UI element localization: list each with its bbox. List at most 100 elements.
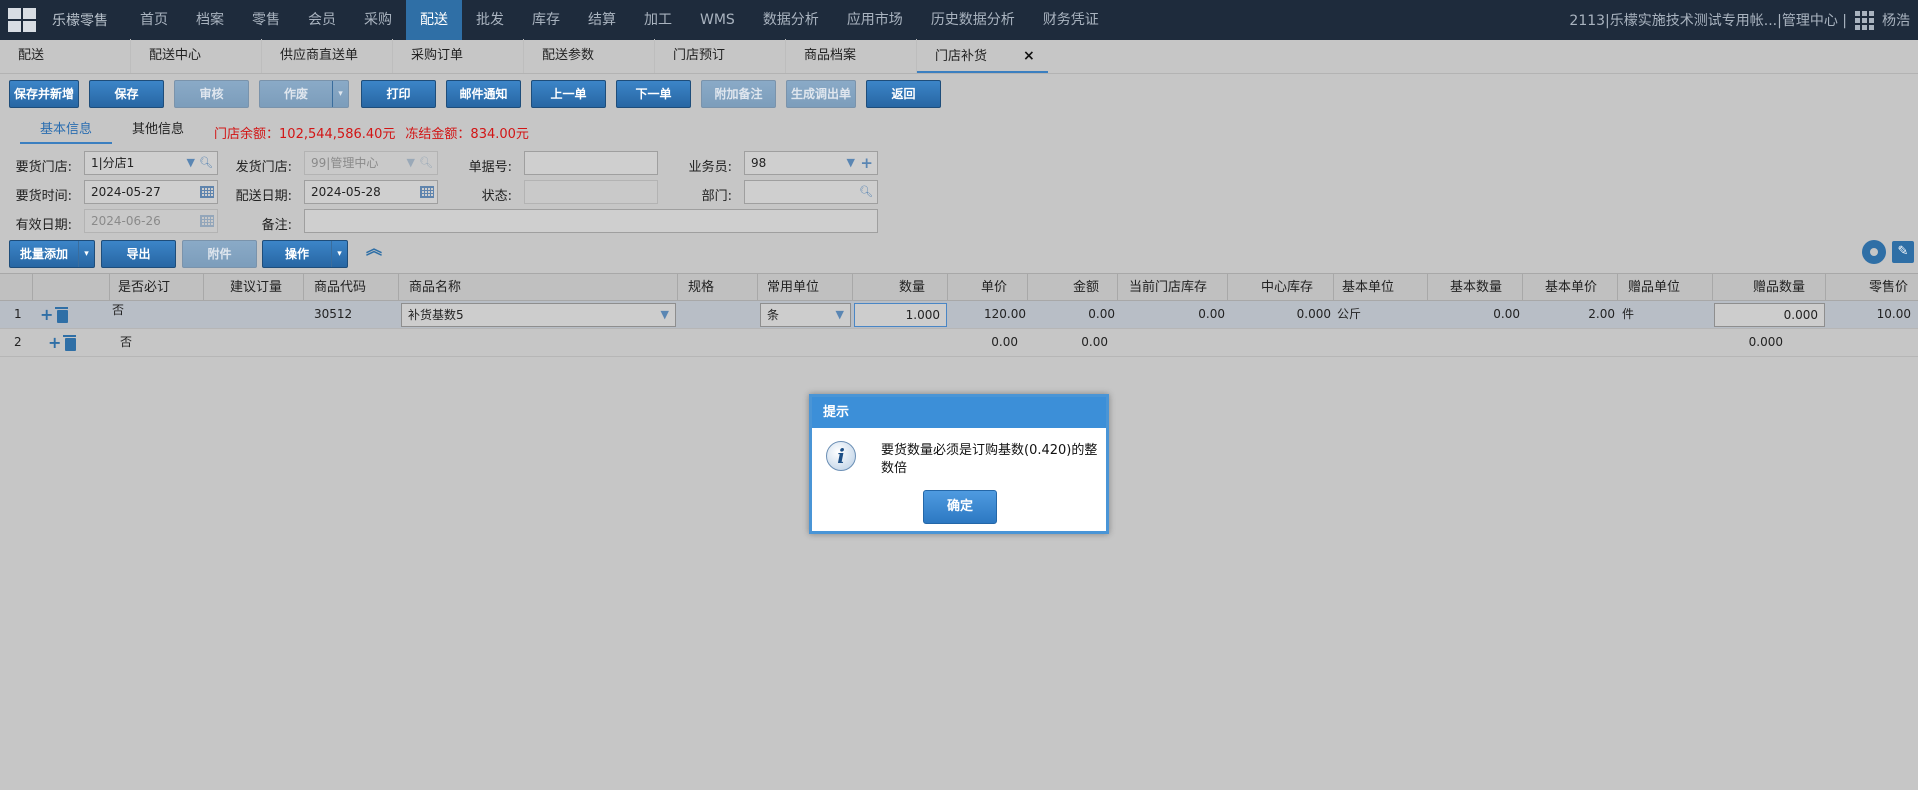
batch-add-button[interactable]: 批量添加 ▾ [9, 240, 95, 268]
col-base-qty[interactable]: 基本数量 [1428, 274, 1523, 301]
calendar-icon[interactable] [200, 186, 214, 198]
col-suggest-qty[interactable]: 建议订量 [204, 274, 304, 301]
col-unit-price[interactable]: 单价 [948, 274, 1028, 301]
close-icon[interactable]: × [1023, 48, 1035, 64]
add-row-icon[interactable]: + [40, 305, 53, 324]
status-label: 状态: [481, 189, 512, 204]
nav-item-archive[interactable]: 档案 [182, 0, 238, 40]
nav-item-wms[interactable]: WMS [686, 0, 749, 40]
print-button[interactable]: 打印 [361, 80, 436, 108]
gift-qty-input[interactable]: 0.000 [1714, 303, 1825, 327]
nav-item-data-analysis[interactable]: 数据分析 [749, 0, 833, 40]
nav-item-member[interactable]: 会员 [294, 0, 350, 40]
edit-icon[interactable]: ✎ [1892, 241, 1914, 263]
col-product-name[interactable]: 商品名称 [399, 274, 678, 301]
user-name[interactable]: 杨浩 [1882, 10, 1910, 30]
nav-item-app-market[interactable]: 应用市场 [833, 0, 917, 40]
apps-grid-icon[interactable] [1855, 10, 1874, 30]
gen-transfer-out-button[interactable]: 生成调出单 [786, 80, 856, 108]
caret-down-icon[interactable]: ▾ [332, 81, 348, 107]
brand-name[interactable]: 乐檬零售 [44, 10, 116, 30]
account-info[interactable]: 2113|乐檬实施技术测试专用帐...|管理中心 | [1569, 10, 1847, 30]
col-qty[interactable]: 数量 [853, 274, 948, 301]
void-button[interactable]: 作废 ▾ [259, 80, 349, 108]
nav-item-purchase[interactable]: 采购 [350, 0, 406, 40]
search-icon[interactable]: 🔍︎ [199, 152, 213, 174]
qty-input[interactable]: 1.000 [854, 303, 947, 327]
audit-button[interactable]: 审核 [174, 80, 249, 108]
col-store-stock[interactable]: 当前门店库存 [1118, 274, 1228, 301]
remark-field[interactable] [304, 209, 878, 233]
tab-purchase-order[interactable]: 采购订单 [393, 39, 524, 73]
save-and-new-button[interactable]: 保存并新增 [9, 80, 79, 108]
col-gift-unit[interactable]: 赠品单位 [1618, 274, 1713, 301]
nav-item-history-analysis[interactable]: 历史数据分析 [917, 0, 1029, 40]
doc-no-field[interactable] [524, 151, 658, 175]
req-store-field[interactable]: 1|分店1 ▼ 🔍︎ [84, 151, 218, 175]
col-gift-qty[interactable]: 赠品数量 [1713, 274, 1826, 301]
col-spec[interactable]: 规格 [678, 274, 758, 301]
req-time-field[interactable]: 2024-05-27 [84, 180, 218, 204]
dropdown-icon[interactable]: ▼ [187, 152, 195, 174]
nav-item-finance-voucher[interactable]: 财务凭证 [1029, 0, 1113, 40]
operate-button[interactable]: 操作 ▾ [262, 240, 348, 268]
attachment-button[interactable]: 附件 [182, 240, 257, 268]
cell-required[interactable]: 否 [120, 329, 132, 356]
collapse-up-icon[interactable]: ︽ [366, 241, 382, 257]
nav-item-distribution[interactable]: 配送 [406, 0, 462, 40]
col-product-code[interactable]: 商品代码 [304, 274, 399, 301]
tab-product-archive[interactable]: 商品档案 [786, 39, 917, 73]
product-name-input[interactable]: 补货基数5 ▼ [401, 303, 676, 327]
deliver-date-field[interactable]: 2024-05-28 [304, 180, 438, 204]
gear-icon[interactable] [1862, 240, 1886, 264]
tab-other-info[interactable]: 其他信息 [112, 120, 204, 144]
tab-supplier-direct[interactable]: 供应商直送单 [262, 39, 393, 73]
col-base-price[interactable]: 基本单价 [1523, 274, 1618, 301]
add-row-icon[interactable]: + [48, 333, 61, 352]
back-button[interactable]: 返回 [866, 80, 941, 108]
clerk-field[interactable]: 98 ▼ + [744, 151, 878, 175]
col-amount[interactable]: 金额 [1028, 274, 1118, 301]
add-icon[interactable]: + [860, 152, 873, 174]
table-row[interactable]: 1 + 否 30512 补货基数5 ▼ 条 ▼ 1.000 120.00 0.0… [0, 301, 1918, 329]
tab-basic-info[interactable]: 基本信息 [20, 120, 113, 144]
nav-item-retail[interactable]: 零售 [238, 0, 294, 40]
unit-select[interactable]: 条 ▼ [760, 303, 851, 327]
dropdown-icon[interactable]: ▼ [661, 304, 669, 326]
search-icon[interactable]: 🔍︎ [859, 181, 873, 203]
next-doc-button[interactable]: 下一单 [616, 80, 691, 108]
dialog-title[interactable]: 提示 [812, 397, 1106, 428]
ok-button[interactable]: 确定 [923, 490, 997, 524]
tab-distribution[interactable]: 配送 [0, 39, 131, 73]
nav-item-settlement[interactable]: 结算 [574, 0, 630, 40]
nav-item-wholesale[interactable]: 批发 [462, 0, 518, 40]
calendar-icon[interactable] [420, 186, 434, 198]
caret-down-icon[interactable]: ▾ [78, 241, 94, 267]
save-button[interactable]: 保存 [89, 80, 164, 108]
tab-distribution-params[interactable]: 配送参数 [524, 39, 655, 73]
tab-store-replenish[interactable]: 门店补货 × [917, 39, 1048, 73]
col-common-unit[interactable]: 常用单位 [758, 274, 853, 301]
cell-required[interactable]: 否 [112, 297, 124, 324]
prev-doc-button[interactable]: 上一单 [531, 80, 606, 108]
dropdown-icon[interactable]: ▼ [836, 304, 844, 326]
tab-store-reservation[interactable]: 门店预订 [655, 39, 786, 73]
col-center-stock[interactable]: 中心库存 [1228, 274, 1334, 301]
nav-item-processing[interactable]: 加工 [630, 0, 686, 40]
caret-down-icon[interactable]: ▾ [331, 241, 347, 267]
delete-row-icon[interactable] [63, 335, 77, 351]
table-row[interactable]: 2 + 否 0.00 0.00 0.000 [0, 329, 1918, 357]
col-required[interactable]: 是否必订 [110, 274, 204, 301]
export-button[interactable]: 导出 [101, 240, 176, 268]
app-grid-logo-icon[interactable] [8, 8, 36, 32]
col-retail-price[interactable]: 零售价 [1826, 274, 1918, 301]
dept-field[interactable]: 🔍︎ [744, 180, 878, 204]
nav-item-inventory[interactable]: 库存 [518, 0, 574, 40]
tab-distribution-center[interactable]: 配送中心 [131, 39, 262, 73]
nav-item-home[interactable]: 首页 [126, 0, 182, 40]
col-base-unit[interactable]: 基本单位 [1334, 274, 1428, 301]
dropdown-icon[interactable]: ▼ [847, 152, 855, 174]
delete-row-icon[interactable] [55, 307, 69, 323]
attach-note-button[interactable]: 附加备注 [701, 80, 776, 108]
mail-notify-button[interactable]: 邮件通知 [446, 80, 521, 108]
